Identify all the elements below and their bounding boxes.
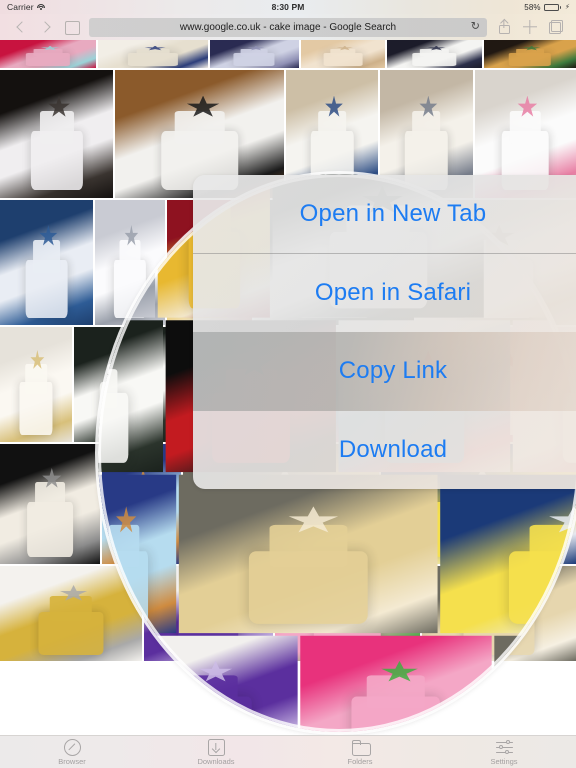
image-result-thumbnail[interactable] [0,200,93,325]
image-result-thumbnail[interactable] [98,635,125,732]
link-action-sheet[interactable]: Open in New Tab Open in Safari Copy Link Do… [193,175,576,489]
new-tab-button[interactable] [517,15,543,39]
status-bar: Carrier 8:30 PM 58% ⚡ [0,0,576,14]
chevron-left-icon [15,21,28,33]
image-result-thumbnail[interactable] [98,40,208,68]
plus-icon [523,20,537,34]
back-button[interactable] [7,15,33,39]
address-bar[interactable]: www.google.co.uk - cake image - Google S… [89,17,487,37]
chevron-right-icon [38,21,51,33]
action-sheet-item-label: Download [338,435,448,463]
address-bar-text: www.google.co.uk - cake image - Google S… [179,21,397,33]
tab-label: Downloads [197,756,235,766]
tab-label: Settings [490,756,518,766]
action-sheet-item-label: Copy Link [338,357,448,385]
tabs-button[interactable] [543,15,569,39]
share-icon [498,20,510,34]
image-result-thumbnail[interactable] [179,474,438,634]
image-result-thumbnail[interactable] [98,174,156,318]
action-sheet-item-label: Open in New Tab [299,200,487,228]
image-grid-row [0,40,576,68]
bookmarks-button[interactable] [59,15,85,39]
action-sheet-item-copy-link[interactable]: Copy Link [193,332,576,411]
image-result-thumbnail[interactable] [387,40,482,68]
reload-icon[interactable]: ↻ [471,21,480,33]
action-sheet-item-download[interactable]: Download [193,411,576,490]
image-result-thumbnail[interactable] [300,635,492,732]
image-result-thumbnail[interactable] [0,444,100,564]
image-result-thumbnail[interactable] [126,635,298,732]
share-button[interactable] [491,15,517,39]
image-result-thumbnail[interactable] [439,474,576,634]
image-grid-row [98,635,576,732]
action-sheet-item-label: Open in Safari [314,278,472,306]
browser-toolbar: www.google.co.uk - cake image - Google S… [0,14,576,40]
folder-icon [351,739,371,756]
image-result-thumbnail[interactable] [98,474,177,634]
image-result-thumbnail[interactable] [483,40,576,68]
image-result-thumbnail[interactable] [493,635,576,732]
image-result-thumbnail[interactable] [0,70,114,198]
image-result-thumbnail[interactable] [0,40,97,68]
ipad-browser-app-screen: Open in New Tab Open in Safari Copy Link Do… [0,0,576,768]
image-grid-row [98,474,576,634]
clock-label: 8:30 PM [271,2,305,12]
sliders-icon [495,739,513,756]
tab-browser[interactable]: Browser [0,738,144,766]
image-result-thumbnail[interactable] [300,40,386,68]
tabs-icon [549,20,563,34]
download-icon [207,738,225,756]
tab-label: Folders [347,756,373,766]
tab-folders[interactable]: Folders [288,739,432,766]
compass-icon [63,738,81,756]
tab-downloads[interactable]: Downloads [144,738,288,766]
image-result-thumbnail[interactable] [0,327,72,442]
forward-button[interactable] [33,15,59,39]
image-result-thumbnail[interactable] [209,40,299,68]
tab-settings[interactable]: Settings [432,739,576,766]
bottom-tab-bar[interactable]: Browser Downloads Folders Settings [0,735,576,768]
tab-label: Browser [58,756,86,766]
action-sheet-item-open-in-safari[interactable]: Open in Safari [193,254,576,333]
image-result-thumbnail[interactable] [98,320,163,473]
action-sheet-item-open-in-new-tab[interactable]: Open in New Tab [193,175,576,254]
book-icon [64,21,80,35]
